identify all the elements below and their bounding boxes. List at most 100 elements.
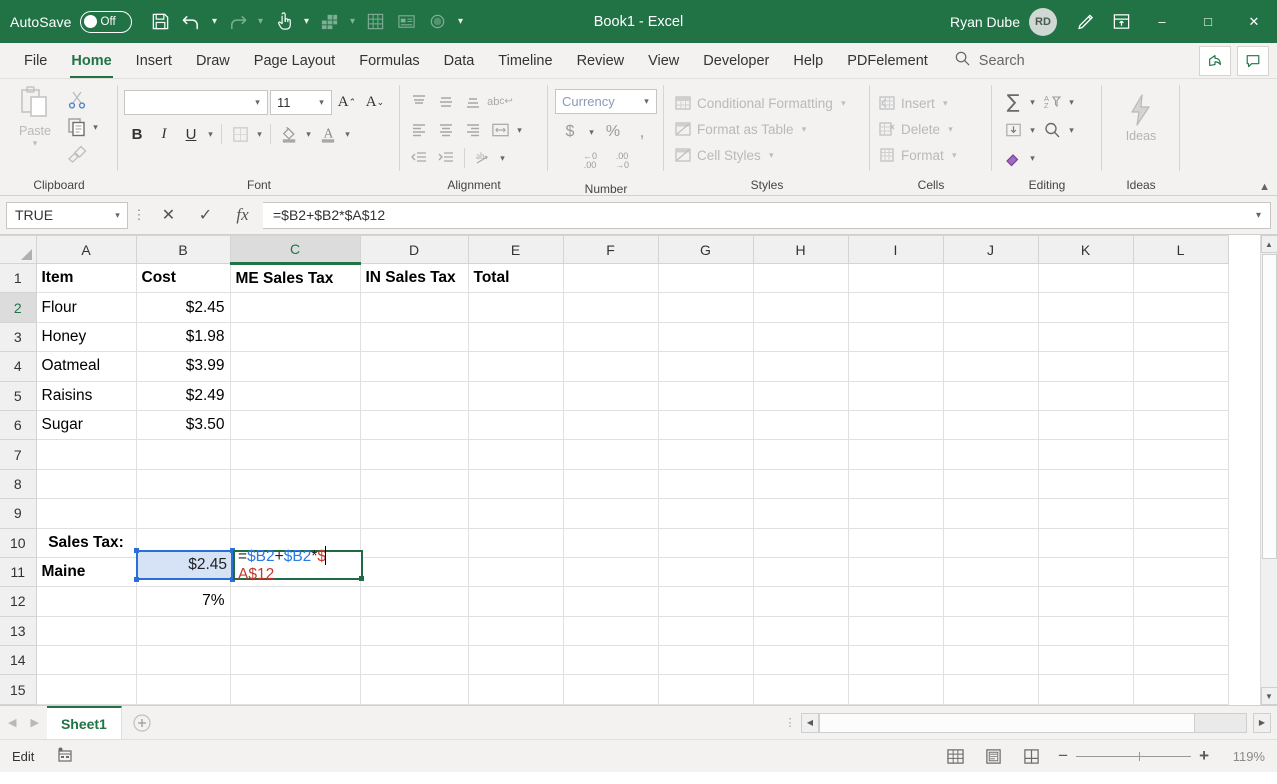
row-header-1[interactable]: 1 xyxy=(0,262,37,294)
row-header-6[interactable]: 6 xyxy=(0,409,37,441)
decrease-decimal-icon[interactable]: .00 →0 xyxy=(609,148,635,174)
zoom-in-button[interactable]: + xyxy=(1199,746,1209,766)
cell-h15[interactable] xyxy=(753,674,849,705)
cell-i12[interactable] xyxy=(848,586,944,617)
minimize-button[interactable]: – xyxy=(1139,0,1185,43)
touch-mode-icon[interactable] xyxy=(269,7,299,37)
cell-c13[interactable] xyxy=(230,616,361,647)
redo-dropdown-chevron-icon[interactable]: ▾ xyxy=(254,7,268,37)
cell-k8[interactable] xyxy=(1038,469,1134,500)
column-header-e[interactable]: E xyxy=(467,235,564,264)
cell-b15[interactable] xyxy=(136,674,231,705)
cell-g8[interactable] xyxy=(658,469,754,500)
cell-l8[interactable] xyxy=(1133,469,1229,500)
row-header-4[interactable]: 4 xyxy=(0,351,37,382)
font-name-input[interactable]: ▾ xyxy=(124,89,268,115)
cell-j8[interactable] xyxy=(943,469,1039,500)
conditional-formatting-chevron-icon[interactable]: ▾ xyxy=(838,98,849,109)
cell-k5[interactable] xyxy=(1038,381,1134,411)
cell-j11[interactable] xyxy=(943,557,1039,588)
cell-d9[interactable] xyxy=(360,498,469,529)
vertical-scroll-thumb[interactable] xyxy=(1261,254,1277,559)
number-format-select[interactable]: Currency ▾ xyxy=(555,89,657,114)
ribbon-display-options-icon[interactable] xyxy=(1103,4,1139,40)
column-header-f[interactable]: F xyxy=(562,235,659,264)
cell-f12[interactable] xyxy=(563,586,659,617)
cell-h10[interactable] xyxy=(753,528,849,558)
merge-chevron-icon[interactable]: ▾ xyxy=(514,125,525,136)
collapse-ribbon-icon[interactable]: ▲ xyxy=(1259,181,1270,193)
cell-d14[interactable] xyxy=(360,645,469,676)
cell-e6[interactable] xyxy=(468,410,564,441)
cell-g11[interactable] xyxy=(658,557,754,588)
page-break-view-icon[interactable] xyxy=(1020,745,1042,767)
sort-and-filter-icon[interactable]: AZ xyxy=(1039,89,1065,115)
cell-b11[interactable]: Indiana xyxy=(136,557,231,588)
insert-chevron-icon[interactable]: ▾ xyxy=(940,98,951,109)
cell-f10[interactable] xyxy=(563,528,659,558)
currency-chevron-icon[interactable]: ▾ xyxy=(586,127,597,138)
cell-d1[interactable]: IN Sales Tax xyxy=(360,263,469,294)
cell-g2[interactable] xyxy=(658,292,754,323)
touch-mode-chevron-icon[interactable]: ▾ xyxy=(300,7,314,37)
cell-j7[interactable] xyxy=(943,439,1039,470)
tab-data[interactable]: Data xyxy=(432,43,487,78)
decrease-indent-icon[interactable] xyxy=(406,145,432,171)
cell-d15[interactable] xyxy=(360,674,469,705)
cell-h3[interactable] xyxy=(753,322,849,353)
cell-f5[interactable] xyxy=(563,381,659,411)
autosum-icon[interactable]: ∑ xyxy=(1000,89,1026,115)
zoom-level[interactable]: 119% xyxy=(1225,749,1265,764)
expand-formula-bar-chevron-icon[interactable]: ▾ xyxy=(1256,210,1264,221)
cell-l9[interactable] xyxy=(1133,498,1229,529)
delete-cells-button[interactable]: Delete ▾ xyxy=(878,116,956,142)
undo-icon[interactable] xyxy=(177,7,207,37)
cell-e15[interactable] xyxy=(468,674,564,705)
cell-a5[interactable]: Raisins xyxy=(36,381,137,411)
row-header-8[interactable]: 8 xyxy=(0,468,37,500)
clear-chevron-icon[interactable]: ▾ xyxy=(1027,153,1038,164)
italic-icon[interactable]: I xyxy=(151,121,177,147)
horizontal-split-handle[interactable]: ⋮ xyxy=(779,706,801,739)
paste-chevron-icon[interactable]: ▾ xyxy=(30,138,41,149)
borders-chevron-icon[interactable]: ▾ xyxy=(254,129,265,140)
cell-b5[interactable]: $2.49 xyxy=(136,381,231,411)
number-format-chevron-icon[interactable]: ▾ xyxy=(641,96,652,107)
decrease-font-size-icon[interactable]: A ⌄ xyxy=(362,89,388,115)
cell-f2[interactable] xyxy=(563,292,659,323)
cancel-formula-button[interactable]: ✕ xyxy=(150,202,187,229)
increase-indent-icon[interactable] xyxy=(433,145,459,171)
orientation-icon[interactable]: ab c↩ xyxy=(487,89,513,115)
cell-i8[interactable] xyxy=(848,469,944,500)
cell-a13[interactable] xyxy=(36,616,137,647)
cell-b8[interactable] xyxy=(136,469,231,500)
cell-a12[interactable] xyxy=(36,586,137,617)
normal-view-icon[interactable] xyxy=(944,745,966,767)
insert-cells-button[interactable]: Insert ▾ xyxy=(878,90,951,116)
cell-k7[interactable] xyxy=(1038,439,1134,470)
cell-h7[interactable] xyxy=(753,439,849,470)
cell-b2[interactable]: $2.45 xyxy=(136,292,231,323)
vertical-scrollbar[interactable]: ▲ ▼ xyxy=(1260,235,1277,705)
tab-review[interactable]: Review xyxy=(565,43,637,78)
qat-more-chevron-icon[interactable]: ▾ xyxy=(454,7,468,37)
format-as-table-chevron-icon[interactable]: ▾ xyxy=(799,124,810,135)
cell-i1[interactable] xyxy=(848,263,944,294)
row-header-11[interactable]: 11 xyxy=(0,556,37,588)
cell-c9[interactable] xyxy=(230,498,361,529)
align-bottom-icon[interactable] xyxy=(460,89,486,115)
sheet-next-icon[interactable]: ▶ xyxy=(30,716,38,729)
tab-timeline[interactable]: Timeline xyxy=(486,43,564,78)
cell-c3[interactable] xyxy=(230,322,361,353)
cell-i5[interactable] xyxy=(848,381,944,411)
align-middle-icon[interactable] xyxy=(433,89,459,115)
redo-icon[interactable] xyxy=(223,7,253,37)
cell-styles-chevron-icon[interactable]: ▾ xyxy=(766,150,777,161)
zoom-out-button[interactable]: − xyxy=(1058,746,1068,766)
tab-help[interactable]: Help xyxy=(781,43,835,78)
cell-c14[interactable] xyxy=(230,645,361,676)
row-header-12[interactable]: 12 xyxy=(0,586,37,617)
cell-l2[interactable] xyxy=(1133,292,1229,323)
cell-a7[interactable] xyxy=(36,439,137,470)
cell-d6[interactable] xyxy=(360,410,469,441)
